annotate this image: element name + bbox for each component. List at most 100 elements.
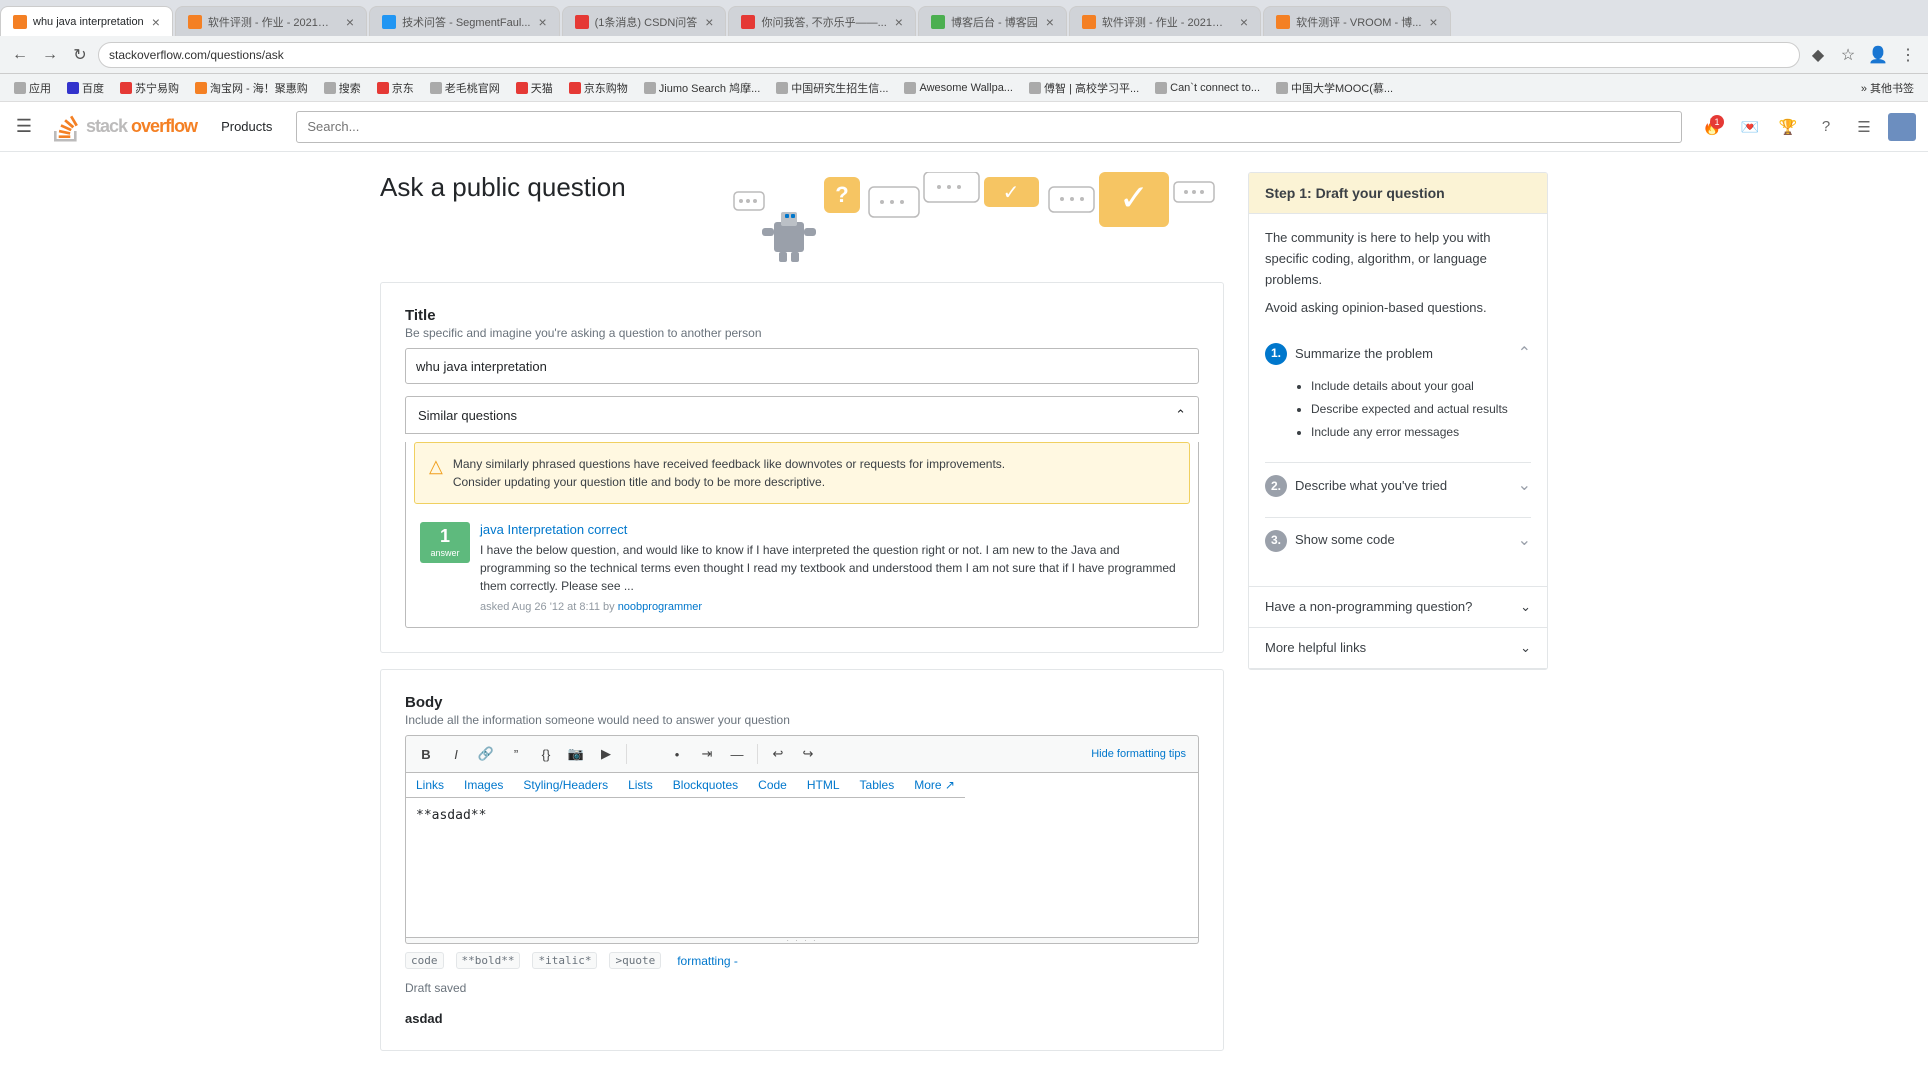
tab-tables[interactable]: Tables <box>850 773 905 798</box>
tab-styling[interactable]: Styling/Headers <box>513 773 618 798</box>
question-meta-user[interactable]: noobprogrammer <box>618 601 702 613</box>
tab-close-btn[interactable]: × <box>1429 14 1437 30</box>
bookmark-taobao[interactable]: 淘宝网 - 海！聚惠购 <box>189 78 314 98</box>
step-2-title: Describe what you've tried <box>1295 476 1447 497</box>
tab-label: (1条消息) CSDN问答 <box>595 14 698 30</box>
dedent-button[interactable]: — <box>723 740 751 768</box>
tab-images[interactable]: Images <box>454 773 513 798</box>
more-options-button[interactable]: ⋮ <box>1896 43 1920 67</box>
step-1-bullet-2: Describe expected and actual results <box>1311 400 1531 419</box>
similar-questions-toggle[interactable]: Similar questions ⌃ <box>405 396 1199 434</box>
title-input[interactable] <box>405 348 1199 384</box>
step-1-bullet-3: Include any error messages <box>1311 423 1531 442</box>
tab-close-btn[interactable]: × <box>1046 14 1054 30</box>
tab-blog[interactable]: 博客后台 - 博客园 × <box>918 6 1067 36</box>
tab-so2[interactable]: 软件评测 - 作业 - 2021年... × <box>1069 6 1261 36</box>
bookmark-fuzhi[interactable]: 傅智 | 高校学习平... <box>1023 78 1145 98</box>
address-bar[interactable]: stackoverflow.com/questions/ask <box>98 42 1800 68</box>
step-1-header[interactable]: 1. Summarize the problem ⌃ <box>1265 335 1531 373</box>
bookmark-button[interactable]: ☆ <box>1836 43 1860 67</box>
hide-formatting-button[interactable]: Hide formatting tips <box>1085 746 1192 762</box>
tab-close-btn[interactable]: × <box>538 14 546 30</box>
hamburger-menu-button[interactable]: ☰ <box>12 115 36 139</box>
user-avatar[interactable] <box>1888 113 1916 141</box>
blockquote-button[interactable]: ” <box>502 740 530 768</box>
tab-blockquotes[interactable]: Blockquotes <box>663 773 748 798</box>
step-3-header[interactable]: 3. Show some code ⌄ <box>1265 522 1531 560</box>
similar-questions-body: △ Many similarly phrased questions have … <box>405 442 1199 628</box>
bookmark-tmall[interactable]: 天猫 <box>510 78 559 98</box>
insert-image-button[interactable]: ▶ <box>592 740 620 768</box>
tab-so1[interactable]: 软件评测 - 作业 - 2021年... × <box>175 6 367 36</box>
tab-html[interactable]: HTML <box>797 773 850 798</box>
illustration-svg: ? ✓ <box>724 172 1224 262</box>
tab-links[interactable]: Links <box>406 773 454 798</box>
tab-sw[interactable]: 软件测评 - VROOM - 博... × <box>1263 6 1450 36</box>
tab-close-btn[interactable]: × <box>895 14 903 30</box>
image-button[interactable]: 📷 <box>562 740 590 768</box>
bookmark-cant[interactable]: Can`t connect to... <box>1149 80 1266 96</box>
question-link[interactable]: java Interpretation correct <box>480 522 1184 537</box>
tab-close-btn[interactable]: × <box>705 14 713 30</box>
unordered-list-button[interactable]: • <box>663 740 691 768</box>
forward-button[interactable]: → <box>38 43 62 67</box>
step-3: 3. Show some code ⌄ <box>1265 522 1531 560</box>
body-label: Body <box>405 694 1199 711</box>
helper-item-2-header[interactable]: More helpful links ⌄ <box>1249 628 1547 668</box>
tab-code[interactable]: Code <box>748 773 797 798</box>
search-input[interactable] <box>296 111 1682 143</box>
bookmark-jdgw[interactable]: 京东购物 <box>563 78 634 98</box>
link-button[interactable]: 🔗 <box>472 740 500 768</box>
refresh-button[interactable]: ↻ <box>68 43 92 67</box>
bold-button[interactable]: B <box>412 740 440 768</box>
step-2-header-left: 2. Describe what you've tried <box>1265 475 1447 497</box>
indent-button[interactable]: ⇥ <box>693 740 721 768</box>
body-field-card: Body Include all the information someone… <box>380 669 1224 1051</box>
format-quote-label: >quote <box>609 952 661 969</box>
step-1-content: Include details about your goal Describe… <box>1265 373 1531 451</box>
question-meta-asked: asked Aug 26 '12 at 8:11 by <box>480 601 615 613</box>
bookmark-suning[interactable]: 苏宁易购 <box>114 78 185 98</box>
tab-close-btn[interactable]: × <box>346 14 354 30</box>
helper-item-1-header[interactable]: Have a non-programming question? ⌄ <box>1249 587 1547 627</box>
so-logo[interactable]: stackoverflow <box>52 112 197 142</box>
bookmark-apps[interactable]: 应用 <box>8 78 57 98</box>
account-button[interactable]: 👤 <box>1866 43 1890 67</box>
svg-text:✓: ✓ <box>1003 182 1020 204</box>
tab-whu[interactable]: whu java interpretation × <box>0 6 173 36</box>
help-button[interactable]: ? <box>1812 113 1840 141</box>
bookmark-more[interactable]: » 其他书签 <box>1855 78 1920 98</box>
back-button[interactable]: ← <box>8 43 32 67</box>
redo-button[interactable]: ↪ <box>794 740 822 768</box>
bookmark-jd[interactable]: 京东 <box>371 78 420 98</box>
tab-close-btn[interactable]: × <box>1240 14 1248 30</box>
format-hints: code **bold** *italic* >quote formatting… <box>405 944 1199 977</box>
bookmark-awesome[interactable]: Awesome Wallpa... <box>898 80 1019 96</box>
editor-toolbar: B I 🔗 ” {} 📷 ▶ ⁣ • ⇥ — ↩ ↪ Hide formatti… <box>405 735 1199 773</box>
extensions-button[interactable]: ◆ <box>1806 43 1830 67</box>
bookmark-zgyjszs[interactable]: 中国研究生招生信... <box>770 78 894 98</box>
italic-button[interactable]: I <box>442 740 470 768</box>
bookmark-search[interactable]: 搜索 <box>318 78 367 98</box>
tab-lists[interactable]: Lists <box>618 773 663 798</box>
tab-sf[interactable]: 技术问答 - SegmentFaul... × <box>369 6 560 36</box>
tab-csdn[interactable]: (1条消息) CSDN问答 × <box>562 6 727 36</box>
bookmark-jiumo[interactable]: Jiumo Search 鸠摩... <box>638 78 766 98</box>
bookmark-laomao[interactable]: 老毛桃官网 <box>424 78 506 98</box>
editor-content[interactable]: **asdad** <box>405 798 1199 938</box>
products-menu-button[interactable]: Products <box>213 115 280 138</box>
bookmark-baidu[interactable]: 百度 <box>61 78 110 98</box>
code-button[interactable]: {} <box>532 740 560 768</box>
step-2-header[interactable]: 2. Describe what you've tried ⌄ <box>1265 467 1531 505</box>
tab-nyw[interactable]: 你问我答, 不亦乐乎——... × <box>728 6 915 36</box>
achievements-button[interactable]: 🔥 1 <box>1698 113 1726 141</box>
bookmark-mooc[interactable]: 中国大学MOOC(慕... <box>1270 78 1399 98</box>
tab-close-btn[interactable]: × <box>152 14 160 30</box>
review-button[interactable]: ☰ <box>1850 113 1878 141</box>
ordered-list-button[interactable]: ⁣ <box>633 740 661 768</box>
notification-badge: 1 <box>1710 115 1724 129</box>
trophy-button[interactable]: 🏆 <box>1774 113 1802 141</box>
undo-button[interactable]: ↩ <box>764 740 792 768</box>
tab-more[interactable]: More ↗ <box>904 773 965 798</box>
inbox-button[interactable]: 💌 <box>1736 113 1764 141</box>
